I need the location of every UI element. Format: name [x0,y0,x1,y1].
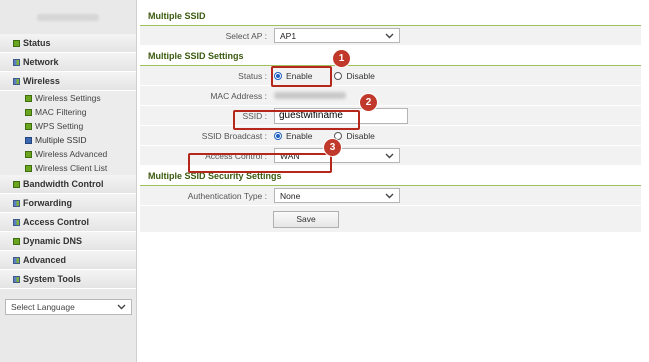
sidebar-item-network[interactable]: Network [0,53,136,72]
chevron-down-icon [385,153,394,158]
sidebar-subitem-label: Multiple SSID [35,135,87,145]
grid-icon [13,275,20,283]
sidebar-item-dynamic-dns[interactable]: Dynamic DNS [0,232,136,251]
language-select-value: Select Language [11,302,75,312]
grid-icon [13,218,20,226]
radio-label: Disable [346,70,375,81]
radio-selected-icon [274,131,282,140]
status-row: Status : Enable Disable [140,66,641,86]
radio-label: Enable [286,130,313,141]
select-ap-row: Select AP : AP1 [140,26,641,46]
logo-text-blurred [37,13,99,21]
sidebar-item-label: System Tools [23,274,81,284]
sidebar-subitem-label: Wireless Settings [35,93,101,103]
broadcast-enable-radio[interactable]: Enable [274,131,312,141]
sidebar-subitem-multiple-ssid[interactable]: Multiple SSID [0,133,136,147]
main-content: Multiple SSID Select AP : AP1 Multiple S… [140,6,641,232]
sidebar-subitem-wireless-settings[interactable]: Wireless Settings [0,91,136,105]
sidebar-item-system-tools[interactable]: System Tools [0,270,136,289]
auth-type-dropdown[interactable]: None [274,188,400,203]
grid-icon [13,199,20,207]
sidebar: Status Network Wireless Wireless Setting… [0,0,137,362]
sidebar-subitem-label: Wireless Client List [35,163,108,173]
sidebar-item-wireless[interactable]: Wireless [0,72,136,91]
sidebar-subitem-mac-filtering[interactable]: MAC Filtering [0,105,136,119]
callout-badge-1: 1 [333,50,350,67]
broadcast-disable-radio[interactable]: Disable [334,130,375,141]
highlight-box-ssid [233,110,360,130]
mac-address-label: MAC Address : [210,90,267,101]
grid-icon [13,58,20,66]
sidebar-item-status[interactable]: Status [0,34,136,53]
sidebar-item-label: Access Control [23,217,90,227]
sidebar-subitem-label: WPS Setting [35,121,84,131]
sidebar-item-label: Network [23,57,59,67]
auth-type-value: None [280,190,301,201]
square-green-icon [13,237,20,245]
radio-unselected-icon [334,71,343,80]
mac-address-row: MAC Address : [140,86,641,106]
callout-badge-3: 3 [324,139,341,156]
select-ap-value: AP1 [280,30,297,41]
highlight-box-access-control [188,153,332,173]
mac-address-value-blurred [274,92,346,99]
radio-unselected-icon [334,131,343,140]
section-title-ssid-settings: Multiple SSID Settings [140,46,641,66]
callout-badge-2: 2 [360,94,377,111]
square-green-icon [13,39,20,47]
square-green-icon [25,108,32,116]
save-row: Save [140,206,641,232]
sidebar-item-label: Status [23,38,51,48]
radio-label: Disable [346,130,375,141]
auth-type-row: Authentication Type : None [140,186,641,206]
sidebar-subitem-wireless-advanced[interactable]: Wireless Advanced [0,147,136,161]
ssid-broadcast-row: SSID Broadcast : Enable Disable [140,126,641,146]
square-green-icon [25,150,32,158]
square-green-icon [13,180,20,188]
section-title-multiple-ssid: Multiple SSID [140,6,641,26]
language-select[interactable]: Select Language [5,299,132,315]
nav-menu: Status Network Wireless Wireless Setting… [0,34,136,289]
sidebar-item-advanced[interactable]: Advanced [0,251,136,270]
sidebar-item-label: Dynamic DNS [23,236,83,246]
grid-icon [13,256,20,264]
chevron-down-icon [117,304,126,310]
sidebar-item-label: Bandwidth Control [23,179,104,189]
sidebar-subitem-label: MAC Filtering [35,107,87,117]
logo [0,0,136,34]
sidebar-item-label: Forwarding [23,198,72,208]
chevron-down-icon [385,193,394,198]
sidebar-item-label: Wireless [23,76,60,86]
select-ap-label: Select AP : [225,30,267,41]
chevron-down-icon [385,33,394,38]
square-green-icon [25,122,32,130]
select-ap-dropdown[interactable]: AP1 [274,28,400,43]
highlight-box-status [271,66,332,87]
square-green-icon [25,94,32,102]
sidebar-item-label: Advanced [23,255,67,265]
square-green-icon [25,164,32,172]
ssid-row: SSID : [140,106,641,126]
sidebar-item-forwarding[interactable]: Forwarding [0,194,136,213]
auth-type-label: Authentication Type : [187,190,267,201]
ssid-broadcast-label: SSID Broadcast : [201,130,267,141]
status-label: Status : [238,70,267,81]
sidebar-subitem-label: Wireless Advanced [35,149,108,159]
sidebar-item-access-control[interactable]: Access Control [0,213,136,232]
sidebar-item-bandwidth-control[interactable]: Bandwidth Control [0,175,136,194]
grid-icon [13,77,20,85]
sidebar-subitem-wireless-client-list[interactable]: Wireless Client List [0,161,136,175]
status-disable-radio[interactable]: Disable [334,70,375,81]
square-blue-icon [25,136,32,144]
save-button[interactable]: Save [273,210,339,228]
sidebar-subitem-wps-setting[interactable]: WPS Setting [0,119,136,133]
